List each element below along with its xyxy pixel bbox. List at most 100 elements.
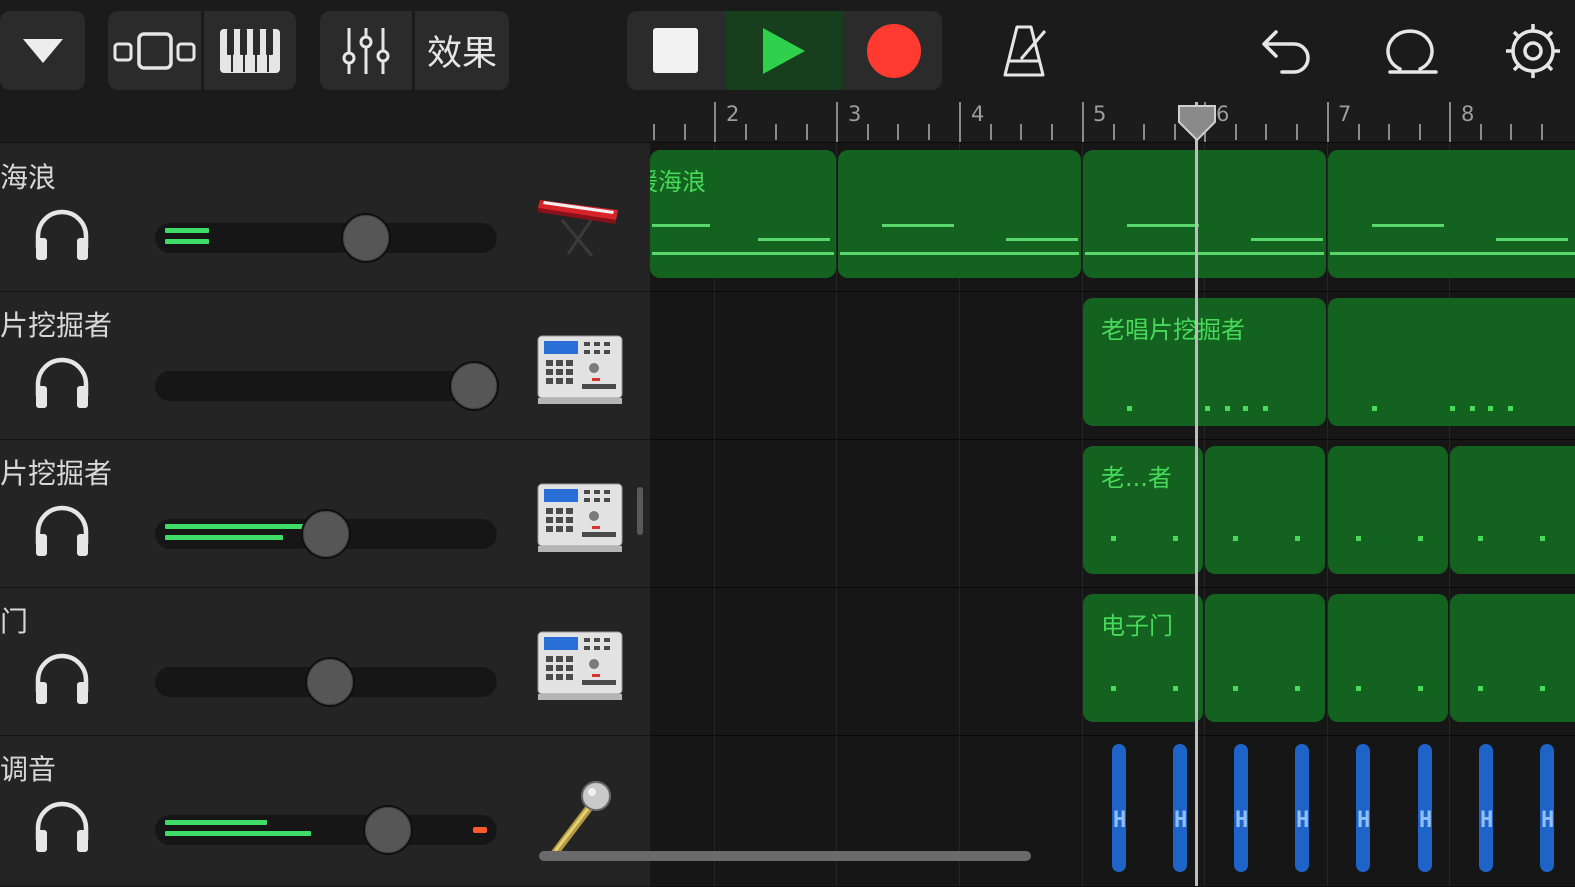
- track-header-3[interactable]: 片挖掘者: [0, 440, 650, 588]
- beat-tick: [1050, 124, 1053, 140]
- bar-number: 8: [1461, 102, 1475, 126]
- record-button[interactable]: [845, 11, 942, 90]
- track-header-1[interactable]: 海浪: [0, 144, 650, 292]
- volume-slider[interactable]: [155, 657, 497, 707]
- pattern-region[interactable]: [1328, 298, 1575, 426]
- piano-keyboard-icon: [220, 28, 280, 73]
- volume-knob[interactable]: [341, 213, 391, 263]
- drum-machine-icon[interactable]: [534, 480, 626, 560]
- vertical-scrollbar[interactable]: [637, 487, 643, 535]
- level-meter: [165, 239, 209, 244]
- browser-button[interactable]: [0, 11, 85, 90]
- vocal-hit[interactable]: H: [1295, 744, 1309, 872]
- bar-number: 4: [971, 102, 985, 126]
- midi-region[interactable]: [838, 150, 1081, 278]
- beat-tick: [1265, 124, 1268, 140]
- pattern-region[interactable]: [1450, 446, 1575, 574]
- bar-number: 2: [726, 102, 740, 126]
- play-button[interactable]: [725, 11, 843, 90]
- drum-machine-icon[interactable]: [534, 332, 626, 412]
- control-bar: 效果: [0, 0, 1575, 102]
- headphones-icon[interactable]: [32, 652, 92, 710]
- timeline-ruler[interactable]: 2 3 4 5 6 7 8: [650, 102, 1575, 143]
- pattern-region[interactable]: 电子门: [1083, 594, 1203, 722]
- volume-knob[interactable]: [363, 805, 413, 855]
- volume-knob[interactable]: [301, 509, 351, 559]
- playhead-handle-icon[interactable]: [1177, 104, 1217, 142]
- level-meter: [165, 228, 209, 233]
- volume-knob[interactable]: [305, 657, 355, 707]
- beat-tick: [1540, 124, 1543, 140]
- beat-tick: [1234, 124, 1237, 140]
- beat-tick: [775, 124, 778, 140]
- mixer-effects-group: 效果: [320, 11, 509, 90]
- beat-tick: [1357, 124, 1360, 140]
- headphones-icon[interactable]: [32, 208, 92, 266]
- track-name: 片挖掘者: [0, 457, 113, 490]
- volume-knob[interactable]: [449, 361, 499, 411]
- stop-button[interactable]: [627, 11, 723, 90]
- mixer-button[interactable]: [320, 11, 412, 90]
- keyboard-button[interactable]: [204, 11, 296, 90]
- beat-tick: [653, 124, 656, 140]
- volume-slider[interactable]: [155, 805, 497, 855]
- loop-icon: [1386, 29, 1438, 74]
- track-lane-5: H H H H H H H H: [650, 736, 1575, 886]
- vocal-hit[interactable]: H: [1479, 744, 1493, 872]
- pattern-region[interactable]: [1328, 594, 1448, 722]
- metronome-button[interactable]: [990, 11, 1062, 90]
- settings-button[interactable]: [1498, 11, 1568, 90]
- vocal-hit[interactable]: H: [1234, 744, 1248, 872]
- vocal-hit[interactable]: H: [1418, 744, 1432, 872]
- pattern-region[interactable]: 老唱片挖掘者: [1083, 298, 1326, 426]
- headers-top-bar: [0, 102, 650, 143]
- beat-tick: [1020, 124, 1023, 140]
- track-header-4[interactable]: 门: [0, 588, 650, 736]
- effects-button[interactable]: 效果: [415, 11, 509, 90]
- vocal-hit[interactable]: H: [1173, 744, 1187, 872]
- playhead[interactable]: [1195, 102, 1198, 886]
- volume-slider[interactable]: [155, 361, 499, 411]
- track-header-5[interactable]: 调音: [0, 736, 650, 887]
- bar-number: 3: [848, 102, 862, 126]
- level-meter: [165, 831, 311, 836]
- volume-slider[interactable]: [155, 213, 497, 263]
- pattern-region[interactable]: [1205, 446, 1325, 574]
- drum-machine-icon[interactable]: [534, 628, 626, 708]
- track-lane-1: 暖海浪: [650, 144, 1575, 292]
- pattern-region[interactable]: [1205, 594, 1325, 722]
- beat-tick: [1112, 124, 1115, 140]
- midi-region[interactable]: [1083, 150, 1326, 278]
- pattern-region[interactable]: [1450, 594, 1575, 722]
- vocal-hit[interactable]: H: [1540, 744, 1554, 872]
- undo-button[interactable]: [1254, 11, 1320, 90]
- bar-number: 7: [1338, 102, 1352, 126]
- vocal-hit[interactable]: H: [1356, 744, 1370, 872]
- vocal-hit[interactable]: H: [1112, 744, 1126, 872]
- tracks-area[interactable]: 2 3 4 5 6 7 8 暖海浪: [650, 102, 1575, 886]
- beat-tick: [897, 124, 900, 140]
- pattern-region[interactable]: 老...者: [1083, 446, 1203, 574]
- track-lane-3: 老...者: [650, 440, 1575, 588]
- beat-tick: [1173, 124, 1176, 140]
- tracks-view-button[interactable]: [108, 11, 200, 90]
- loop-button[interactable]: [1375, 11, 1445, 90]
- headphones-icon[interactable]: [32, 800, 92, 858]
- horizontal-scrollbar[interactable]: [539, 851, 1031, 861]
- track-header-2[interactable]: 片挖掘者: [0, 292, 650, 440]
- view-button-group: [108, 11, 296, 90]
- microphone-icon[interactable]: [534, 776, 626, 858]
- headphones-icon[interactable]: [32, 504, 92, 562]
- beat-tick: [1388, 124, 1391, 140]
- pattern-region[interactable]: [1328, 446, 1448, 574]
- keyboard-synth-icon[interactable]: [534, 184, 626, 264]
- midi-region[interactable]: 暖海浪: [650, 150, 836, 278]
- track-lane-2: 老唱片挖掘者: [650, 292, 1575, 440]
- volume-slider[interactable]: [155, 509, 497, 559]
- undo-icon: [1262, 29, 1310, 74]
- region-label: 老...者: [1101, 464, 1172, 492]
- midi-region[interactable]: [1328, 150, 1575, 278]
- stop-icon: [652, 28, 698, 73]
- region-label: 暖海浪: [650, 168, 706, 196]
- headphones-icon[interactable]: [32, 356, 92, 414]
